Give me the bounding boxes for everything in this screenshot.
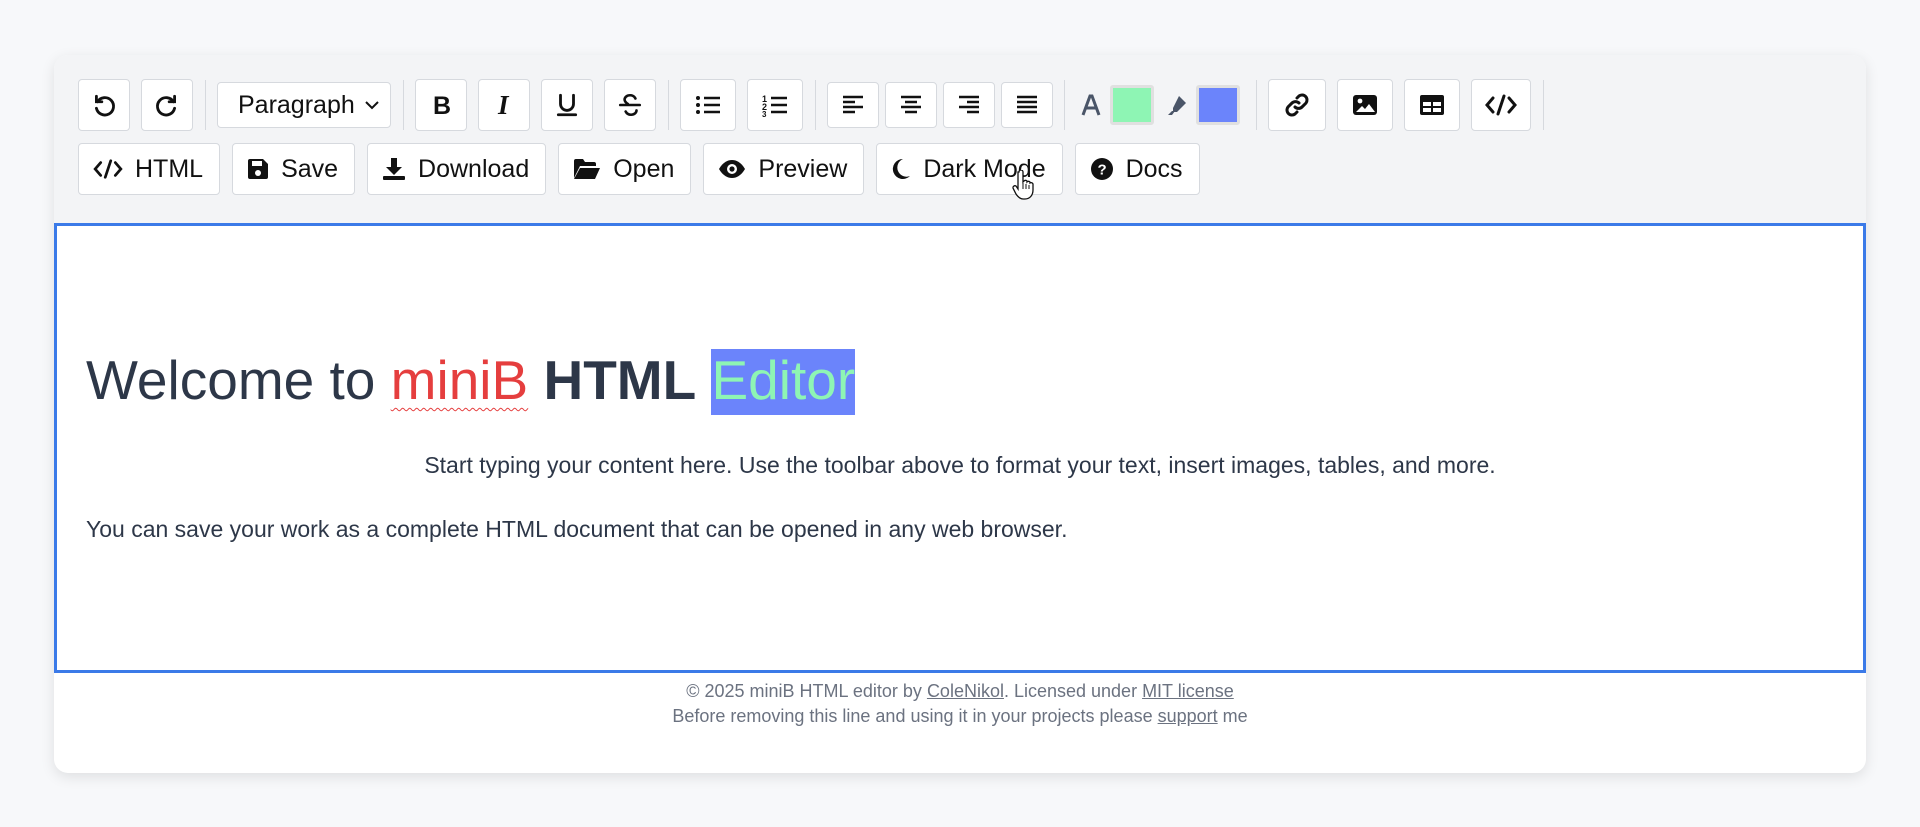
download-label: Download <box>418 154 530 183</box>
support-link[interactable]: support <box>1158 706 1218 726</box>
separator <box>1064 80 1065 130</box>
save-icon <box>248 159 269 179</box>
italic-icon: I <box>497 92 510 118</box>
align-right-button[interactable] <box>943 82 995 128</box>
html-source-label: HTML <box>135 154 204 183</box>
separator <box>815 80 816 130</box>
svg-text:3: 3 <box>762 110 767 117</box>
footer-line-2: Before removing this line and using it i… <box>54 704 1866 729</box>
content-editable-area[interactable]: Welcome to miniB HTML Editor Start typin… <box>54 223 1866 673</box>
underline-icon <box>556 93 578 117</box>
heading-text-plain: Welcome to <box>86 349 391 411</box>
align-justify-icon <box>1017 95 1037 114</box>
svg-text:I: I <box>497 92 510 118</box>
open-button[interactable]: Open <box>558 143 692 195</box>
footer-support-text: Before removing this line and using it i… <box>672 706 1158 726</box>
heading-text-red: miniB <box>390 349 529 411</box>
insert-table-button[interactable] <box>1404 79 1460 131</box>
align-center-icon <box>901 95 921 114</box>
download-icon <box>383 158 406 180</box>
bullet-list-button[interactable] <box>680 79 736 131</box>
italic-button[interactable]: I <box>478 79 530 131</box>
link-icon <box>1285 93 1309 117</box>
html-source-button[interactable]: HTML <box>78 143 221 195</box>
redo-button[interactable] <box>141 79 193 131</box>
align-left-button[interactable] <box>827 82 879 128</box>
footer-license-text: . Licensed under <box>1003 681 1143 701</box>
image-icon <box>1353 95 1377 115</box>
open-label: Open <box>613 154 675 183</box>
align-center-button[interactable] <box>885 82 937 128</box>
separator <box>668 80 669 130</box>
redo-icon <box>156 94 176 117</box>
text-color-picker[interactable] <box>1110 85 1154 125</box>
eye-icon <box>719 160 746 178</box>
moon-icon <box>893 158 911 179</box>
download-button[interactable]: Download <box>367 143 547 195</box>
align-right-icon <box>959 95 979 114</box>
separator <box>1256 80 1257 130</box>
strikethrough-button[interactable] <box>604 79 656 131</box>
bullet-list-icon <box>696 96 720 114</box>
undo-icon <box>95 94 115 117</box>
numbered-list-button[interactable]: 123 <box>747 79 803 131</box>
highlighter-icon <box>1168 96 1186 115</box>
block-format-select[interactable]: Paragraph <box>217 82 391 128</box>
preview-label: Preview <box>758 154 848 183</box>
editor-card: Paragraph B I 123 HTML Save Download Ope… <box>54 55 1866 773</box>
toolbar-row-actions: HTML Save Download Open Preview Dark Mod… <box>78 143 1212 195</box>
editor-paragraph-centered: Start typing your content here. Use the … <box>424 452 1496 478</box>
hand-pointer-icon <box>1012 170 1034 200</box>
insert-image-button[interactable] <box>1337 79 1393 131</box>
text-color-label <box>1076 79 1106 131</box>
text-color-icon <box>1081 94 1101 116</box>
preview-button[interactable]: Preview <box>703 143 865 195</box>
editor-paragraph: You can save your work as a complete HTM… <box>86 516 1068 542</box>
heading-text-highlighted: Editor <box>711 349 856 415</box>
code-icon <box>93 159 123 179</box>
question-circle-icon: ? <box>1090 158 1113 180</box>
license-link[interactable]: MIT license <box>1142 681 1234 701</box>
svg-text:B: B <box>433 92 451 118</box>
toolbar: Paragraph B I 123 HTML Save Download Ope… <box>54 55 1866 223</box>
numbered-list-icon: 123 <box>762 94 787 117</box>
block-format-value: Paragraph <box>238 90 355 119</box>
table-icon <box>1420 95 1444 115</box>
insert-link-button[interactable] <box>1268 79 1326 131</box>
insert-code-button[interactable] <box>1471 79 1531 131</box>
docs-label: Docs <box>1125 154 1183 183</box>
strikethrough-icon <box>618 93 642 117</box>
highlight-color-label <box>1162 79 1192 131</box>
separator <box>205 80 206 130</box>
author-link[interactable]: ColeNikol <box>927 681 1004 701</box>
underline-button[interactable] <box>541 79 593 131</box>
footer: © 2025 miniB HTML editor by ColeNikol. L… <box>54 679 1866 729</box>
dark-mode-button[interactable]: Dark Mode <box>876 143 1063 195</box>
footer-support-end: me <box>1217 706 1248 726</box>
chevron-down-icon <box>365 101 379 110</box>
save-label: Save <box>281 154 339 183</box>
docs-button[interactable]: ? Docs <box>1074 143 1200 195</box>
footer-line-1: © 2025 miniB HTML editor by ColeNikol. L… <box>54 679 1866 704</box>
toolbar-row-format: Paragraph B I 123 <box>78 79 1555 131</box>
heading-text-bold: HTML <box>543 349 697 411</box>
highlight-color-picker[interactable] <box>1196 85 1240 125</box>
folder-open-icon <box>574 159 601 179</box>
align-left-icon <box>843 95 863 114</box>
bold-button[interactable]: B <box>415 79 467 131</box>
save-button[interactable]: Save <box>232 143 356 195</box>
bold-icon: B <box>433 92 451 118</box>
svg-text:?: ? <box>1097 162 1106 179</box>
align-justify-button[interactable] <box>1001 82 1053 128</box>
separator <box>1543 80 1544 130</box>
footer-copyright: © 2025 miniB HTML editor by <box>686 681 927 701</box>
code-icon <box>1485 94 1517 116</box>
undo-button[interactable] <box>78 79 130 131</box>
editor-heading: Welcome to miniB HTML Editor <box>86 348 856 415</box>
separator <box>403 80 404 130</box>
